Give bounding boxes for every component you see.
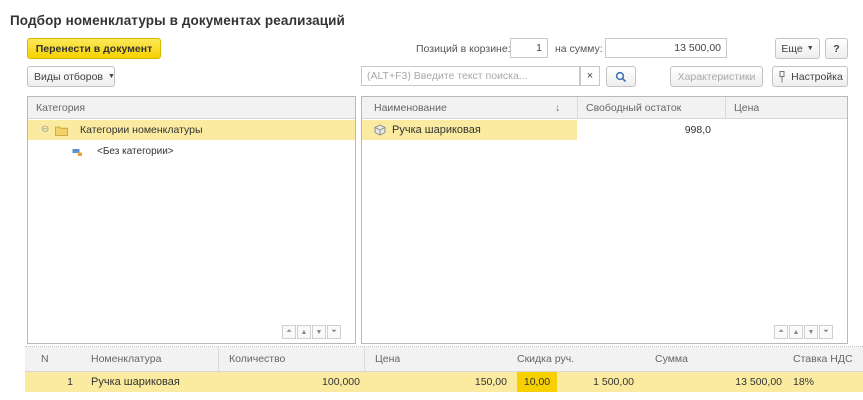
sum-field[interactable]: 13 500,00 xyxy=(605,38,727,58)
categories-header: Категория xyxy=(28,97,355,119)
cart-header: N Номенклатура Количество Цена Скидка ру… xyxy=(25,347,863,372)
cart-n: 1 xyxy=(67,376,73,388)
chevron-down-icon: ▼ xyxy=(806,45,814,52)
collapse-icon[interactable]: ⊖ xyxy=(41,120,49,140)
cart-vat-column-header[interactable]: Ставка НДС xyxy=(793,347,863,372)
folder-icon xyxy=(55,120,68,140)
characteristics-button[interactable]: Характеристики xyxy=(670,66,763,87)
cart-table: N Номенклатура Количество Цена Скидка ру… xyxy=(25,346,863,400)
filter-types-label: Виды отборов xyxy=(34,70,103,83)
page-title: Подбор номенклатуры в документах реализа… xyxy=(10,13,345,28)
filter-types-button[interactable]: Виды отборов ▼ xyxy=(27,66,115,87)
category-label: Категории номенклатуры xyxy=(80,124,203,136)
cart-discount-column-header[interactable]: Скидка руч. xyxy=(517,347,627,372)
products-nav-buttons: ⏶ ▲ ▼ ⏷ xyxy=(774,325,833,339)
chevron-down-icon: ▼ xyxy=(108,73,115,80)
search-icon xyxy=(615,71,627,82)
sort-icon[interactable]: ↓ xyxy=(547,97,567,119)
categories-panel: Категория ⊖ Категории номенклатуры <Без … xyxy=(27,96,356,344)
products-header: Наименование ↓ Свободный остаток Цена xyxy=(362,97,847,119)
category-row[interactable]: ⊖ Категории номенклатуры xyxy=(28,120,355,140)
more-button[interactable]: Еще ▼ xyxy=(775,38,820,59)
cart-price[interactable]: 150,00 xyxy=(364,372,507,392)
cart-item: Ручка шариковая xyxy=(91,376,180,388)
cart-price-column-header[interactable]: Цена xyxy=(364,347,514,372)
settings-button[interactable]: Настройка xyxy=(772,66,848,87)
cart-row[interactable]: 1 Ручка шариковая 100,000 150,00 10,00 1… xyxy=(25,372,863,392)
search-button[interactable] xyxy=(606,66,636,87)
product-name: Ручка шариковая xyxy=(392,124,481,136)
up-icon[interactable]: ▲ xyxy=(297,325,311,339)
categories-nav-buttons: ⏶ ▲ ▼ ⏷ xyxy=(282,325,341,339)
category-row[interactable]: <Без категории> xyxy=(28,142,355,162)
positions-field[interactable]: 1 xyxy=(510,38,548,58)
settings-icon xyxy=(779,70,785,82)
category-icon xyxy=(72,142,83,162)
settings-label: Настройка xyxy=(791,70,843,83)
sum-label: на сумму: xyxy=(555,43,603,55)
transfer-to-document-button[interactable]: Перенести в документ xyxy=(27,38,161,59)
price-column-header[interactable]: Цена xyxy=(725,97,847,119)
cart-discount-sum: 1 500,00 xyxy=(593,376,634,388)
product-stock: 998,0 xyxy=(684,124,711,136)
clear-icon: × xyxy=(586,70,594,82)
last-row-icon[interactable]: ⏷ xyxy=(819,325,833,339)
name-column-header[interactable]: Наименование xyxy=(366,97,566,119)
first-row-icon[interactable]: ⏶ xyxy=(282,325,296,339)
cart-qty[interactable]: 100,000 xyxy=(218,372,360,392)
category-column-header[interactable]: Категория xyxy=(28,97,348,119)
cart-n-column-header[interactable]: N xyxy=(41,347,81,372)
help-button[interactable]: ? xyxy=(825,38,848,59)
search-input[interactable]: (ALT+F3) Введите текст поиска... xyxy=(361,66,580,86)
cart-sum: 13 500,00 xyxy=(735,376,782,388)
stock-column-header[interactable]: Свободный остаток xyxy=(577,97,725,119)
down-icon[interactable]: ▼ xyxy=(312,325,326,339)
search-placeholder: (ALT+F3) Введите текст поиска... xyxy=(367,70,528,82)
search-clear-button[interactable]: × xyxy=(580,66,600,86)
category-label: <Без категории> xyxy=(97,146,174,157)
product-icon xyxy=(374,120,386,140)
last-row-icon[interactable]: ⏷ xyxy=(327,325,341,339)
cart-sum-column-header[interactable]: Сумма xyxy=(655,347,785,372)
product-row[interactable]: Ручка шариковая 998,0 xyxy=(362,120,847,140)
cart-discount[interactable]: 10,00 xyxy=(517,372,557,392)
cart-vat[interactable]: 18% xyxy=(793,372,814,392)
down-icon[interactable]: ▼ xyxy=(804,325,818,339)
first-row-icon[interactable]: ⏶ xyxy=(774,325,788,339)
cart-qty-column-header[interactable]: Количество xyxy=(218,347,364,372)
positions-label: Позиций в корзине: xyxy=(416,43,511,55)
products-panel: Наименование ↓ Свободный остаток Цена Ру… xyxy=(361,96,848,344)
cart-item-column-header[interactable]: Номенклатура xyxy=(91,347,218,372)
more-label: Еще xyxy=(781,42,803,55)
up-icon[interactable]: ▲ xyxy=(789,325,803,339)
product-price xyxy=(725,120,835,140)
